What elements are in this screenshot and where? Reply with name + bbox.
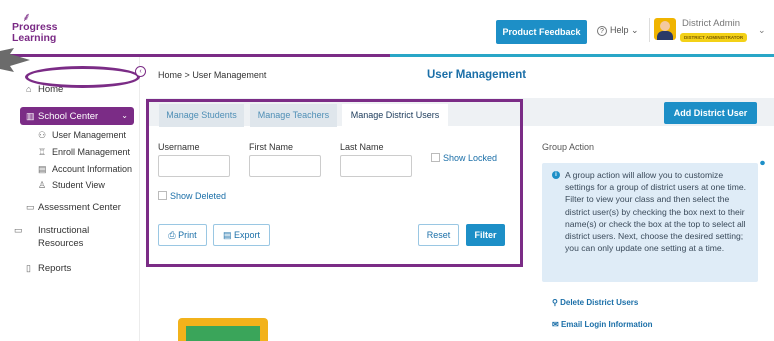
sidebar-item-account-information[interactable]: ▤ Account Information bbox=[38, 164, 132, 175]
reports-icon: ▯ bbox=[26, 263, 31, 273]
sidebar-main-label: Instructional Resources bbox=[38, 225, 90, 249]
breadcrumb-separator: > bbox=[184, 70, 190, 80]
info-icon: i bbox=[552, 171, 560, 179]
sidebar-item-instructional-resources[interactable]: ▭ Instructional Resources bbox=[14, 224, 126, 250]
help-icon: ? bbox=[597, 26, 607, 36]
highlight-annotation-oval bbox=[25, 66, 140, 88]
school-icon: ▥ bbox=[26, 111, 35, 121]
sidebar-item-reports[interactable]: ▯ Reports bbox=[26, 262, 71, 275]
email-login-information-label: Email Login Information bbox=[560, 320, 653, 329]
sidebar-sub-label: User Management bbox=[52, 130, 127, 140]
product-feedback-button[interactable]: Product Feedback bbox=[496, 20, 587, 44]
microphone-icon[interactable]: ⏺ bbox=[760, 158, 772, 174]
sidebar-main-label: Assessment Center bbox=[38, 202, 121, 213]
avatar[interactable] bbox=[654, 18, 676, 40]
sidebar-sub-label: Student View bbox=[52, 180, 105, 190]
illustration-card-inner bbox=[186, 326, 260, 341]
breadcrumb: Home > User Management bbox=[158, 70, 266, 80]
sidebar-item-enroll-management[interactable]: ♖ Enroll Management bbox=[38, 147, 130, 158]
user-role-badge: DISTRICT ADMINISTRATOR bbox=[680, 33, 748, 42]
collapse-sidebar-icon[interactable]: ‹ bbox=[135, 66, 146, 77]
group-action-title: Group Action bbox=[542, 142, 595, 152]
user-menu-chevron-icon[interactable]: ⌄ bbox=[758, 25, 766, 36]
book-icon: ▭ bbox=[14, 225, 23, 235]
delete-users-icon: ⚲ bbox=[552, 298, 558, 307]
delete-district-users-link[interactable]: ⚲ Delete District Users bbox=[552, 298, 638, 307]
sidebar: ⌂ Home ▥ School Center ⌄ ⚇ User Management … bbox=[0, 57, 140, 341]
school-center-label: School Center bbox=[38, 111, 99, 122]
sidebar-item-student-view[interactable]: ♙ Student View bbox=[38, 180, 105, 191]
header-accent-teal bbox=[390, 54, 774, 57]
progress-learning-logo[interactable]: ⸙ Progress Learning bbox=[12, 8, 82, 48]
top-bar: ⸙ Progress Learning Product Feedback ? He… bbox=[0, 0, 774, 56]
sidebar-main-label: Reports bbox=[38, 263, 72, 274]
help-label: Help bbox=[610, 25, 629, 35]
help-menu[interactable]: ? Help ⌄ bbox=[597, 25, 639, 36]
breadcrumb-current: User Management bbox=[192, 70, 267, 80]
person-icon: ♙ bbox=[38, 180, 47, 190]
sidebar-sub-label: Enroll Management bbox=[52, 147, 131, 157]
account-icon: ▤ bbox=[38, 164, 47, 174]
highlight-annotation-box bbox=[146, 99, 523, 267]
breadcrumb-home[interactable]: Home bbox=[158, 70, 182, 80]
page-title: User Management bbox=[427, 69, 527, 81]
pointer-arrow-icon bbox=[0, 48, 30, 72]
user-name[interactable]: District Admin bbox=[682, 18, 740, 29]
email-icon: ✉ bbox=[552, 320, 559, 329]
assessment-icon: ▭ bbox=[26, 202, 35, 212]
header-divider bbox=[649, 18, 650, 42]
logo-line-2: Learning bbox=[12, 32, 57, 44]
sidebar-item-school-center[interactable]: ▥ School Center ⌄ bbox=[20, 107, 134, 125]
group-action-info-text: A group action will allow you to customi… bbox=[565, 170, 747, 254]
sidebar-item-assessment-center[interactable]: ▭ Assessment Center bbox=[26, 201, 121, 214]
sidebar-sub-label: Account Information bbox=[52, 164, 133, 174]
chevron-down-icon: ⌄ bbox=[121, 111, 128, 120]
users-icon: ⚇ bbox=[38, 130, 47, 140]
home-icon: ⌂ bbox=[26, 84, 32, 94]
email-login-information-link[interactable]: ✉ Email Login Information bbox=[552, 320, 653, 329]
enroll-icon: ♖ bbox=[38, 147, 47, 157]
sidebar-item-user-management[interactable]: ⚇ User Management bbox=[38, 130, 126, 141]
delete-district-users-label: Delete District Users bbox=[560, 298, 639, 307]
add-district-user-button[interactable]: Add District User bbox=[664, 102, 757, 124]
chevron-down-icon: ⌄ bbox=[631, 25, 639, 35]
